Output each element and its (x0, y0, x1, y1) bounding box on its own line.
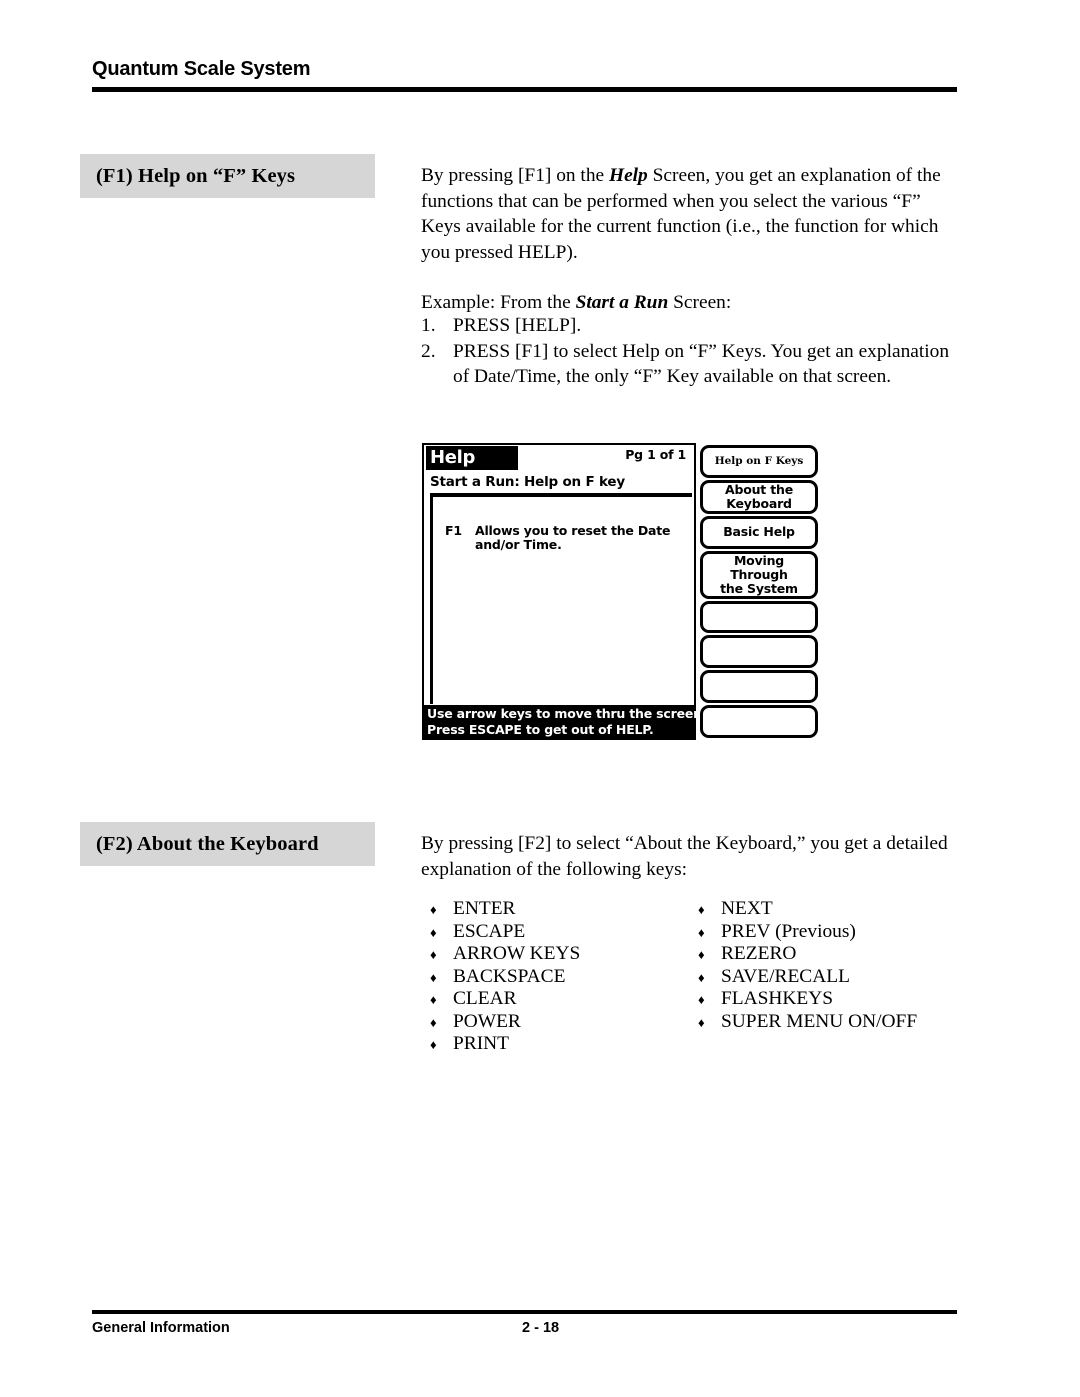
lcd-status-line-1: Use arrow keys to move thru the screens. (427, 706, 714, 721)
lcd-content-area: F1 Allows you to reset the Date and/or T… (430, 493, 692, 704)
footer-section-label: General Information (92, 1320, 230, 1336)
list-item: ♦ BACKSPACE (421, 966, 689, 989)
f1-p2-emphasis: Start a Run (575, 292, 669, 313)
bullet-icon: ♦ (430, 992, 437, 1007)
step-number: 1. (421, 315, 436, 336)
key-label: SUPER MENU ON/OFF (721, 1010, 918, 1032)
lcd-help-entry-description: Allows you to reset the Date and/or Time… (475, 523, 671, 552)
key-label: CLEAR (453, 988, 517, 1009)
key-label: SAVE/RECALL (721, 965, 850, 987)
f1-p2-part-a: Example: From the (421, 292, 576, 313)
section-heading-f1-label: (F1) Help on “F” Keys (96, 164, 296, 187)
header-divider (92, 87, 957, 92)
softkey-moving-through-the-system[interactable]: Moving Through the System (700, 550, 818, 599)
key-label: PRINT (453, 1033, 510, 1054)
list-item: ♦ PRINT (421, 1033, 689, 1056)
bullet-icon: ♦ (698, 1014, 705, 1030)
softkey-basic-help[interactable]: Basic Help (700, 515, 818, 549)
bullet-icon: ♦ (698, 924, 705, 940)
section-f2-body: By pressing [F2] to select “About the Ke… (421, 831, 951, 882)
key-list-right-column: ♦ NEXT ♦ PREV (Previous) ♦ REZERO ♦ SAVE/REC… (689, 898, 961, 1056)
key-list-left-column: ♦ ENTER ♦ ESCAPE ♦ ARROW KEYS ♦ BACKSPACE ♦ C… (421, 898, 689, 1056)
list-item: ♦ SAVE/RECALL (689, 966, 961, 989)
key-label: BACKSPACE (453, 965, 566, 987)
section-heading-f1: (F1) Help on “F” Keys (80, 154, 375, 198)
lcd-help-entry: F1 Allows you to reset the Date and/or T… (445, 524, 690, 552)
footer-page-number: 2 - 18 (522, 1320, 560, 1336)
softkey-empty-6[interactable] (700, 635, 818, 669)
page-title: Quantum Scale System (92, 58, 311, 80)
page-header: Quantum Scale System (92, 58, 957, 92)
lcd-page-indicator: Pg 1 of 1 (625, 447, 686, 462)
bullet-icon: ♦ (430, 1037, 437, 1052)
bullet-icon: ♦ (430, 924, 437, 940)
bullet-icon: ♦ (430, 902, 437, 917)
f1-p1-emphasis: Help (608, 165, 648, 186)
lcd-status-bar: Use arrow keys to move thru the screens.… (424, 705, 714, 738)
list-item: ♦ ENTER (421, 898, 689, 921)
key-label: REZERO (721, 943, 797, 964)
list-item: ♦ NEXT (689, 898, 961, 921)
bullet-icon: ♦ (430, 969, 437, 985)
f1-p2-part-c: Screen: (668, 292, 732, 313)
page-footer: General Information 2 - 18 (92, 1310, 957, 1346)
step-text: PRESS [HELP]. (453, 315, 582, 336)
softkey-empty-5[interactable] (700, 600, 818, 634)
section-f1-paragraph-1: By pressing [F1] on the Help Screen, you… (421, 163, 951, 265)
footer-row: General Information 2 - 18 (92, 1314, 957, 1346)
key-label: ESCAPE (453, 920, 526, 942)
lcd-status-line-2: Press ESCAPE to get out of HELP. (427, 721, 654, 737)
list-item: ♦ ESCAPE (421, 921, 689, 944)
section-heading-f2: (F2) About the Keyboard (80, 822, 375, 866)
lcd-title-row: Help Pg 1 of 1 (424, 445, 694, 471)
lcd-main-panel: Help Pg 1 of 1 Start a Run: Help on F ke… (422, 443, 714, 740)
key-label: ENTER (453, 898, 516, 919)
help-screen-illustration: Help Pg 1 of 1 Start a Run: Help on F ke… (422, 443, 818, 740)
section-f1-body: By pressing [F1] on the Help Screen, you… (421, 163, 951, 316)
section-f1-paragraph-2: Example: From the Start a Run Screen: (421, 290, 951, 316)
list-item: ♦ SUPER MENU ON/OFF (689, 1011, 961, 1034)
list-item: ♦ FLASHKEYS (689, 988, 961, 1011)
section-f1-steps: 1. PRESS [HELP]. 2. PRESS [F1] to select… (421, 313, 961, 390)
list-item: ♦ CLEAR (421, 988, 689, 1011)
key-label: ARROW KEYS (453, 943, 581, 964)
softkey-empty-8[interactable] (700, 705, 818, 738)
list-item: ♦ ARROW KEYS (421, 943, 689, 966)
softkey-about-the-keyboard[interactable]: About the Keyboard (700, 479, 818, 514)
key-label: NEXT (721, 898, 773, 919)
key-label: POWER (453, 1010, 521, 1032)
bullet-icon: ♦ (430, 947, 437, 962)
lcd-screen-title: Help (426, 446, 518, 470)
section-f2-paragraph: By pressing [F2] to select “About the Ke… (421, 833, 948, 880)
softkey-empty-7[interactable] (700, 670, 818, 704)
bullet-icon: ♦ (698, 947, 705, 962)
step-text: PRESS [F1] to select Help on “F” Keys. Y… (453, 340, 950, 388)
key-label: FLASHKEYS (721, 988, 834, 1009)
f1-p1-part-a: By pressing [F1] on the (421, 165, 609, 186)
section-heading-f2-label: (F2) About the Keyboard (96, 832, 319, 855)
list-item: ♦ REZERO (689, 943, 961, 966)
list-item: ♦ POWER (421, 1011, 689, 1034)
list-item: 1. PRESS [HELP]. (421, 313, 961, 339)
lcd-help-entry-key: F1 (445, 523, 462, 538)
lcd-softkey-column: Help on F Keys About the Keyboard Basic H… (700, 445, 818, 738)
lcd-subtitle: Start a Run: Help on F key (430, 474, 625, 490)
softkey-help-on-f-keys[interactable]: Help on F Keys (700, 445, 818, 478)
list-item: 2. PRESS [F1] to select Help on “F” Keys… (421, 339, 961, 390)
bullet-icon: ♦ (698, 992, 705, 1007)
bullet-icon: ♦ (698, 902, 705, 917)
key-label: PREV (Previous) (721, 920, 856, 942)
keyboard-key-lists: ♦ ENTER ♦ ESCAPE ♦ ARROW KEYS ♦ BACKSPACE ♦ C… (421, 898, 961, 1056)
bullet-icon: ♦ (430, 1014, 437, 1030)
bullet-icon: ♦ (698, 969, 705, 985)
list-item: ♦ PREV (Previous) (689, 921, 961, 944)
step-number: 2. (421, 340, 436, 362)
